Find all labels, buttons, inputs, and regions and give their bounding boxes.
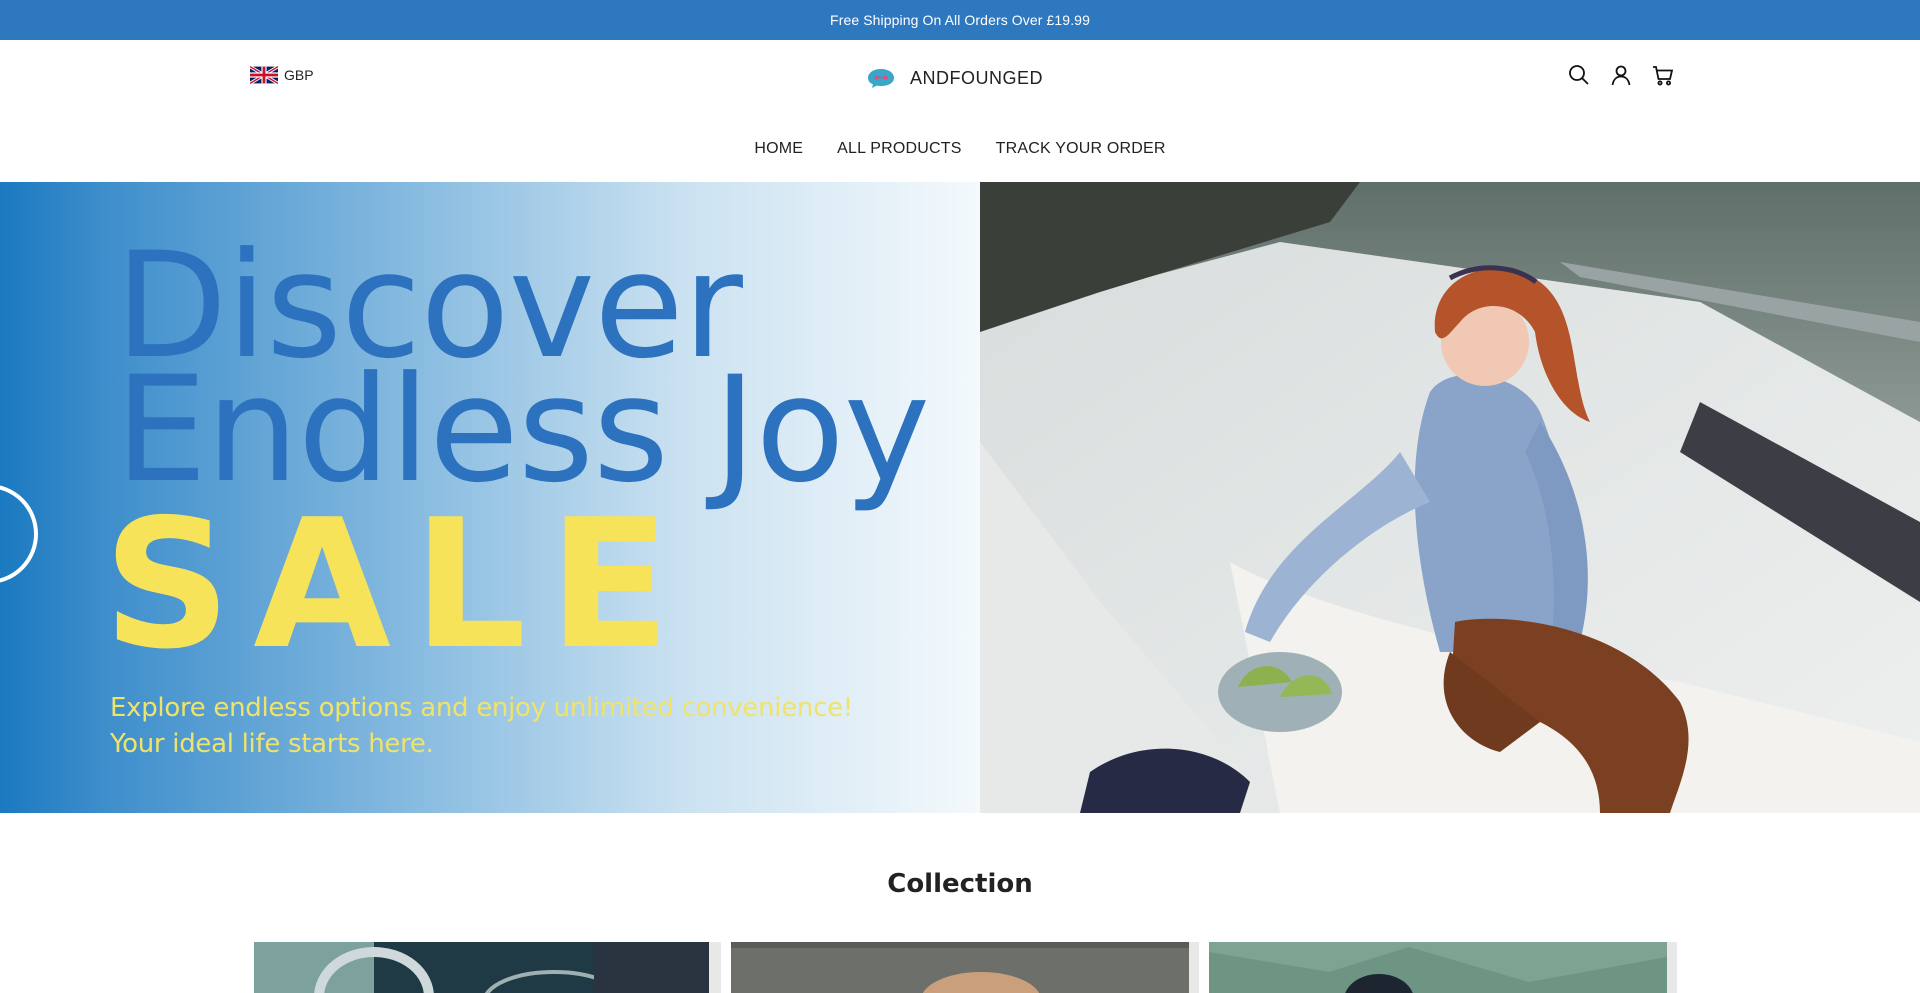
account-icon	[1611, 65, 1631, 86]
hero-gradient-panel: Discover Endless Joy SALE Explore endles…	[0, 182, 981, 813]
tile-divider-1	[709, 942, 721, 993]
tile-divider-3	[1667, 942, 1677, 993]
collection-tile-3[interactable]	[1209, 942, 1667, 993]
tile-divider-2	[1189, 942, 1199, 993]
currency-selector[interactable]: GBP	[250, 64, 314, 86]
cart-icon	[1653, 66, 1674, 86]
currency-code: GBP	[284, 67, 314, 83]
header-actions	[1566, 60, 1676, 90]
announcement-text: Free Shipping On All Orders Over £19.99	[815, 12, 1105, 28]
site-logo[interactable]: ANDFOUNGED	[866, 60, 1043, 96]
hero-banner[interactable]: Discover Endless Joy SALE Explore endles…	[0, 182, 1920, 813]
collection-title: Collection	[887, 869, 1033, 899]
collection-tile-2[interactable]	[731, 942, 1189, 993]
collection-tile-1-image	[254, 942, 709, 993]
hero-subtext: Explore endless options and enjoy unlimi…	[110, 690, 853, 762]
chat-bubble-logo-icon	[868, 69, 894, 88]
hero-headline: Discover Endless Joy	[115, 233, 930, 515]
site-header: GBP ANDFOUNGED HOME ALL PRODUCTS TRACK Y…	[0, 40, 1920, 182]
account-button[interactable]	[1608, 62, 1634, 88]
hero-subtext-line1: Explore endless options and enjoy unlimi…	[110, 693, 853, 723]
hero-photo	[980, 182, 1920, 813]
logo-text: ANDFOUNGED	[910, 67, 1044, 88]
hero-subtext-line2: Your ideal life starts here.	[110, 729, 434, 759]
announcement-bar: Free Shipping On All Orders Over £19.99	[0, 0, 1920, 40]
nav-item-home[interactable]: HOME	[754, 140, 803, 158]
collection-tile-2-image	[731, 942, 1189, 993]
main-nav: HOME ALL PRODUCTS TRACK YOUR ORDER	[0, 134, 1920, 164]
search-icon	[1569, 65, 1589, 85]
search-button[interactable]	[1566, 62, 1592, 88]
collection-tile-3-image	[1209, 942, 1667, 993]
uk-flag-icon	[250, 66, 278, 84]
nav-item-track-order[interactable]: TRACK YOUR ORDER	[996, 140, 1166, 158]
hero-sale-text: SALE	[103, 481, 692, 688]
collection-tile-1[interactable]	[254, 942, 709, 993]
cart-button[interactable]	[1650, 62, 1676, 88]
hero-headline-line2: Endless Joy	[115, 345, 930, 515]
nav-item-all-products[interactable]: ALL PRODUCTS	[837, 140, 962, 158]
